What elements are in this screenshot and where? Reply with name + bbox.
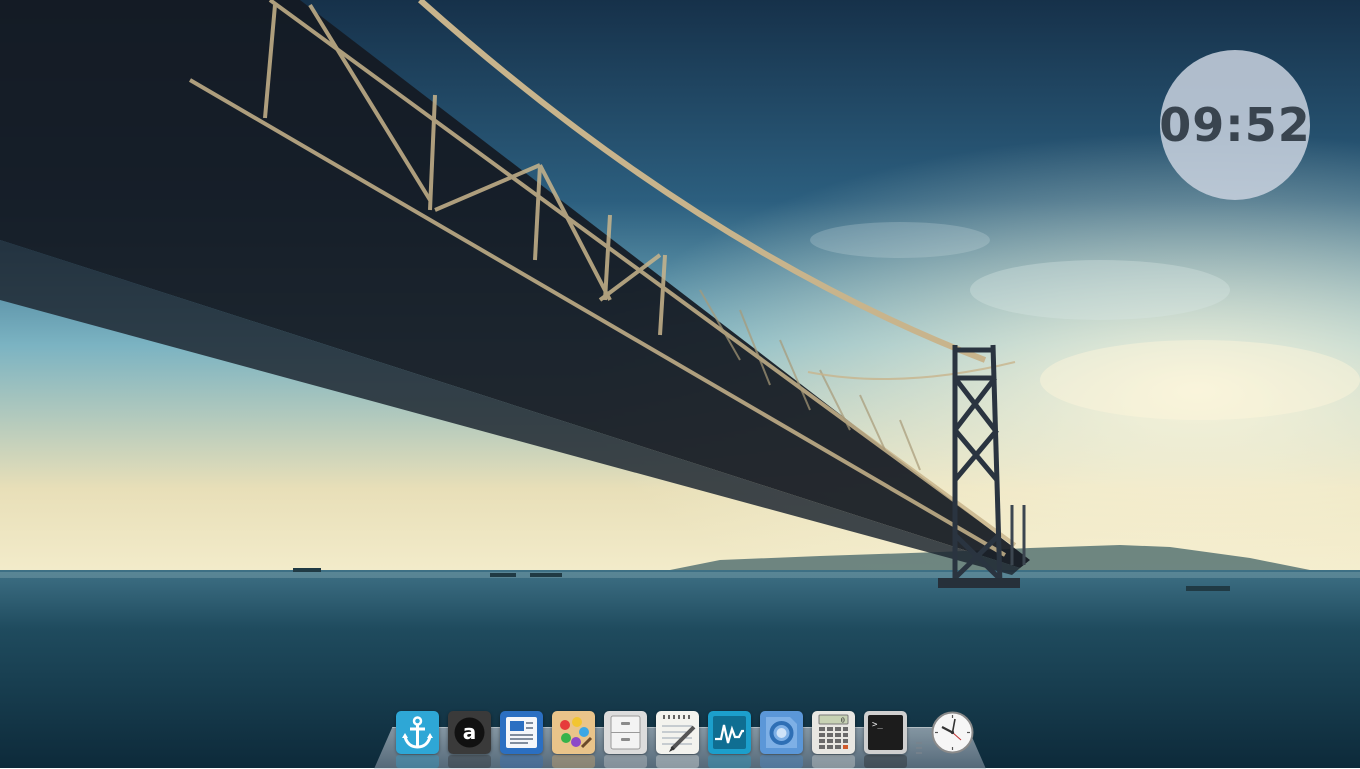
notepad-pencil-icon[interactable] [656, 711, 699, 754]
desktop-wallpaper [0, 0, 1360, 768]
terminal-icon[interactable]: >_ [864, 711, 907, 754]
anchor-icon[interactable] [396, 711, 439, 754]
bridge-seascape-wallpaper [0, 0, 1360, 768]
a-letter-icon[interactable]: a [448, 711, 491, 754]
clock-time: 09:52 [1159, 98, 1311, 152]
svg-text:>_: >_ [872, 720, 883, 730]
dock-reflection [396, 755, 956, 768]
desktop-clock-widget: 09:52 [1159, 50, 1311, 200]
svg-text:0: 0 [841, 717, 845, 725]
clock-icon[interactable] [931, 711, 974, 754]
file-cabinet-icon[interactable] [604, 711, 647, 754]
dock-separator [916, 724, 922, 754]
document-viewer-icon[interactable] [500, 711, 543, 754]
paint-palette-icon[interactable] [552, 711, 595, 754]
dock: a 0 >_ [396, 708, 974, 754]
calculator-icon[interactable]: 0 [812, 711, 855, 754]
svg-text:a: a [463, 720, 477, 744]
system-monitor-icon[interactable] [708, 711, 751, 754]
web-browser-icon[interactable] [760, 711, 803, 754]
